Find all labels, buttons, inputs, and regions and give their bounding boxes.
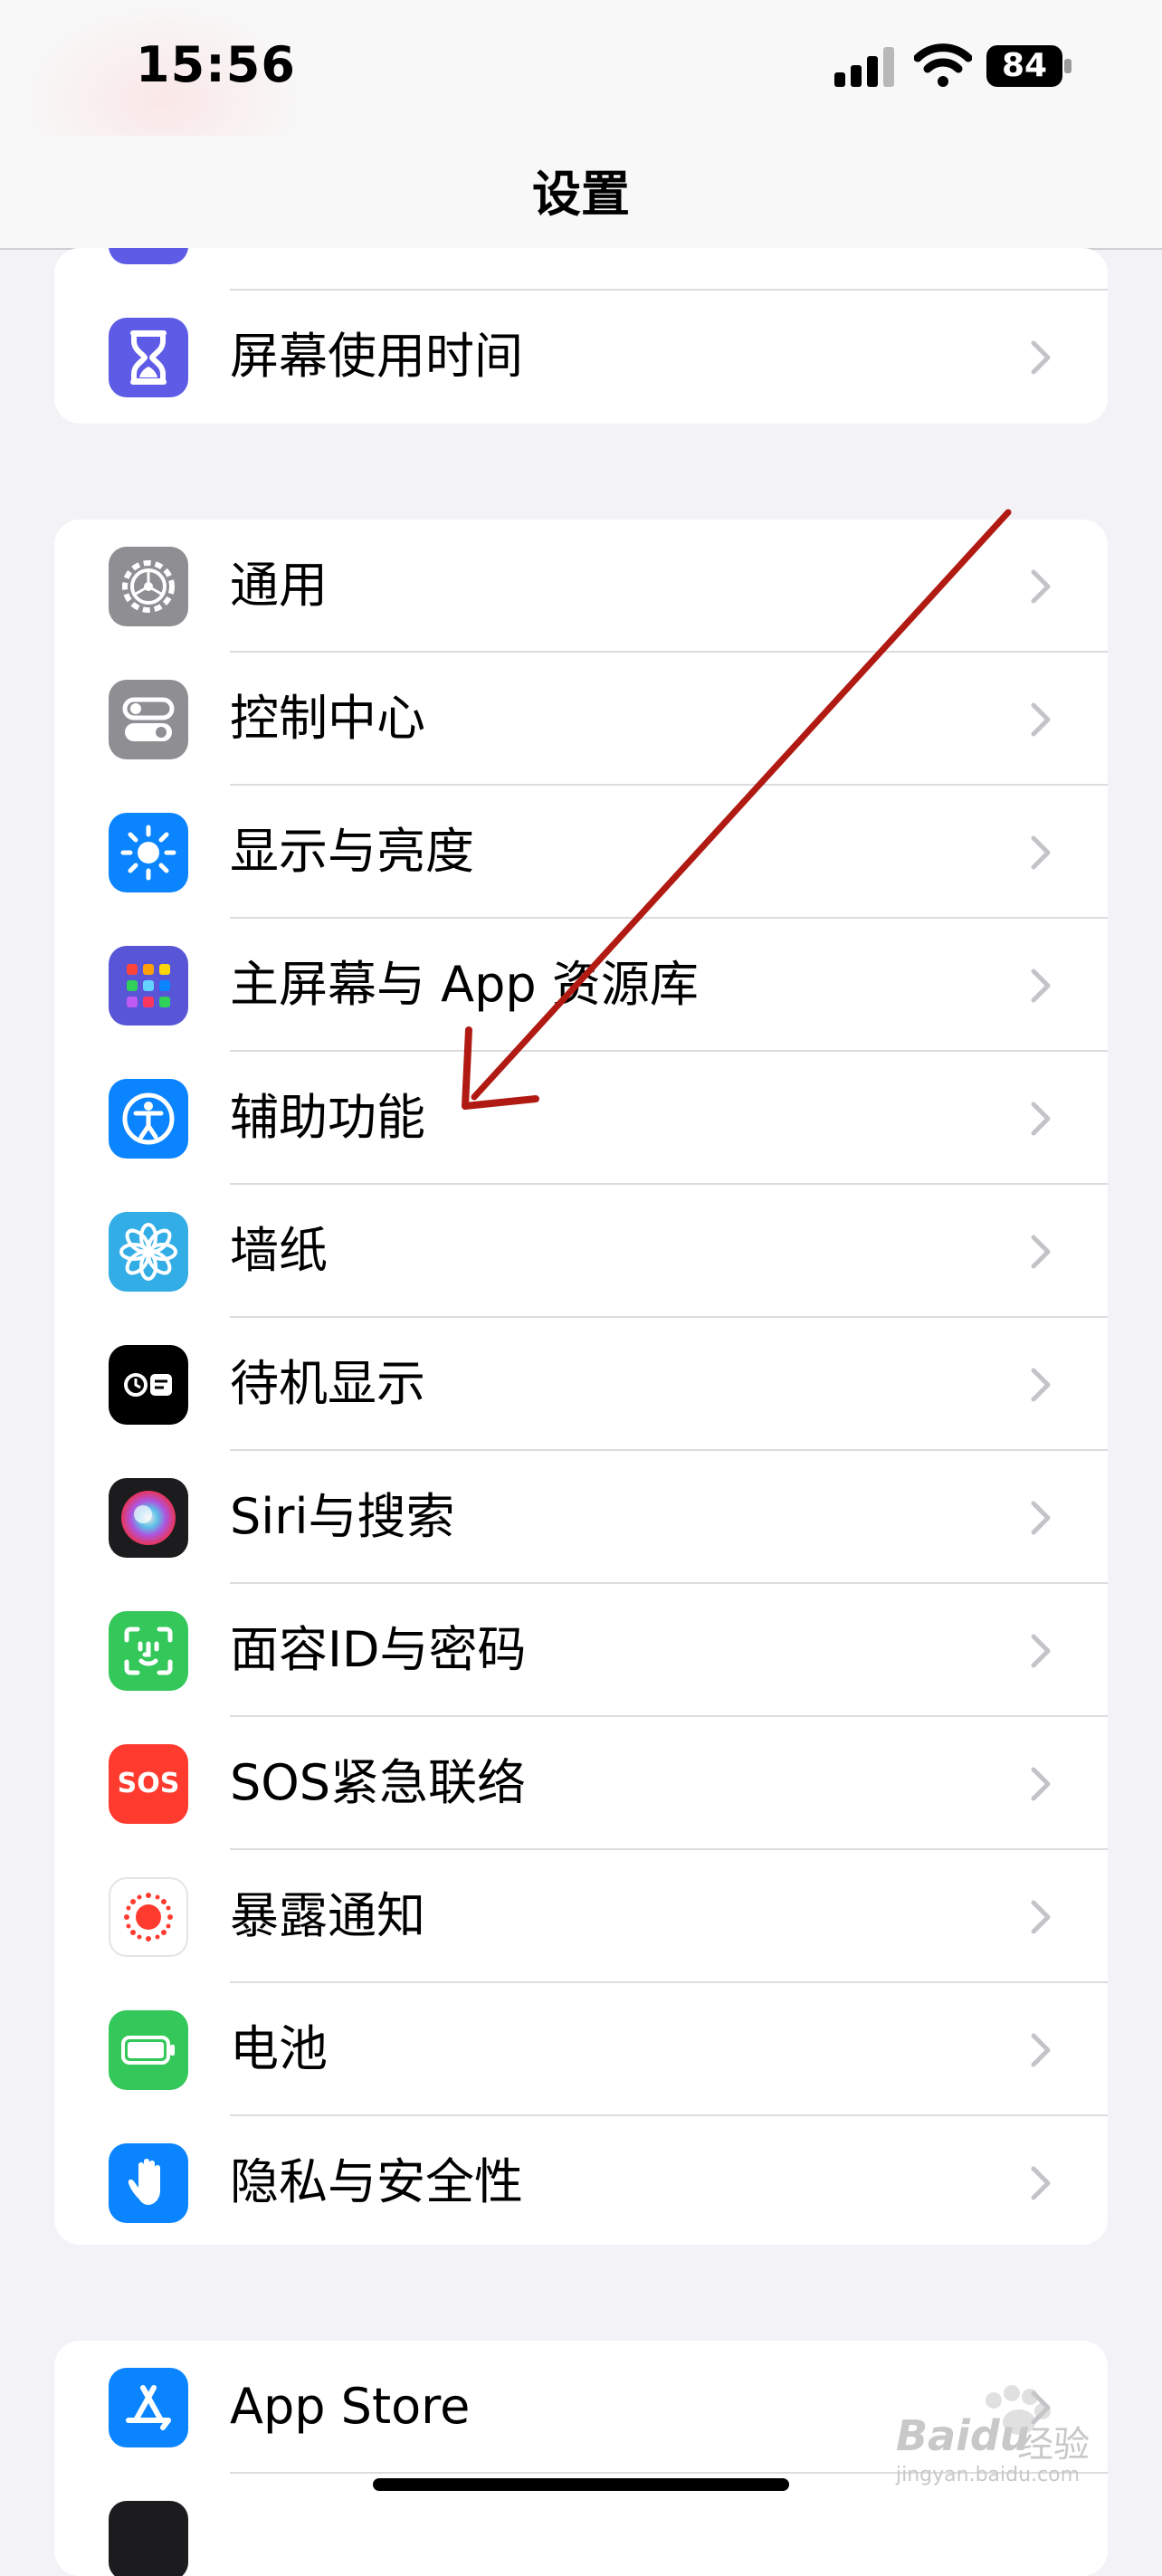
settings-row-standby[interactable]: 待机显示 — [54, 1318, 1108, 1451]
standby-icon — [109, 1345, 188, 1425]
settings-row-label: 待机显示 — [230, 1355, 425, 1412]
exposure-icon — [109, 1877, 188, 1957]
page-title: 设置 — [532, 166, 630, 223]
settings-row-label: 电池 — [230, 2020, 328, 2077]
chevron-right-icon — [1031, 1235, 1051, 1269]
settings-row-label: 通用 — [230, 557, 328, 614]
settings-row-general[interactable]: 通用 — [54, 520, 1108, 653]
watermark-label: 经验 — [1017, 2424, 1090, 2466]
status-bar: 15:56 84 — [0, 0, 1162, 136]
settings-row-accessibility[interactable]: 辅助功能 — [54, 1052, 1108, 1185]
sos-icon: SOS — [109, 1744, 188, 1824]
chevron-right-icon — [1031, 340, 1051, 375]
chevron-right-icon — [1031, 569, 1051, 604]
watermark-url: jingyan.baidu.com — [896, 2464, 1081, 2486]
siri-icon — [109, 1478, 188, 1558]
settings-row-screen-time[interactable]: 屏幕使用时间 — [54, 291, 1108, 424]
settings-row-label: 暴露通知 — [230, 1887, 425, 1944]
settings-row-label: SOS紧急联络 — [230, 1754, 527, 1811]
settings-row-label: 控制中心 — [230, 690, 425, 747]
hourglass-icon — [109, 318, 188, 397]
settings-row-display-brightness[interactable]: 显示与亮度 — [54, 786, 1108, 919]
hand-icon — [109, 2143, 188, 2223]
face-id-icon — [109, 1611, 188, 1691]
gear-icon — [109, 547, 188, 626]
partial-purple-icon — [109, 248, 188, 264]
cellular-signal-icon — [834, 47, 894, 87]
app-store-icon — [109, 2368, 188, 2447]
battery-icon — [109, 2010, 188, 2090]
settings-row-label: 屏幕使用时间 — [230, 328, 523, 385]
battery-level: 84 — [1001, 47, 1048, 84]
settings-row-privacy[interactable]: 隐私与安全性 — [54, 2116, 1108, 2245]
sos-icon-text: SOS — [117, 1768, 180, 1799]
home-indicator[interactable] — [373, 2478, 789, 2491]
chevron-right-icon — [1031, 1368, 1051, 1402]
status-time: 15:56 — [136, 36, 296, 93]
chevron-right-icon — [1031, 1102, 1051, 1136]
settings-row-control-center[interactable]: 控制中心 — [54, 653, 1108, 786]
partial-dark-icon — [109, 2501, 188, 2576]
watermark-brand: Baidu — [896, 2411, 1030, 2460]
settings-row-face-id[interactable]: 面容ID与密码 — [54, 1584, 1108, 1717]
chevron-right-icon — [1031, 702, 1051, 737]
settings-row-partial[interactable] — [54, 248, 1108, 291]
chevron-right-icon — [1031, 835, 1051, 870]
settings-row-label: 显示与亮度 — [230, 823, 474, 880]
settings-row-label: 辅助功能 — [230, 1089, 425, 1146]
settings-row-label: 面容ID与密码 — [230, 1621, 527, 1678]
chevron-right-icon — [1031, 1634, 1051, 1668]
settings-row-home-screen[interactable]: 主屏幕与 App 资源库 — [54, 919, 1108, 1052]
settings-row-exposure[interactable]: 暴露通知 — [54, 1850, 1108, 1983]
settings-row-sos[interactable]: SOS SOS紧急联络 — [54, 1717, 1108, 1850]
accessibility-icon — [109, 1079, 188, 1159]
app-grid-icon — [109, 946, 188, 1026]
chevron-right-icon — [1031, 2033, 1051, 2067]
settings-row-label: App Store — [230, 2378, 471, 2435]
chevron-right-icon — [1031, 1900, 1051, 1934]
settings-row-label: 主屏幕与 App 资源库 — [230, 956, 699, 1013]
settings-group-main: 通用 控制中心 显示与亮度 主屏幕与 App 资源库 辅助功能 墙纸 待机显示 … — [54, 520, 1108, 2245]
settings-row-battery[interactable]: 电池 — [54, 1983, 1108, 2116]
settings-group-screen-time: 屏幕使用时间 — [54, 248, 1108, 424]
settings-row-label: 隐私与安全性 — [230, 2153, 523, 2210]
settings-row-siri[interactable]: Siri与搜索 — [54, 1451, 1108, 1584]
sun-icon — [109, 813, 188, 892]
chevron-right-icon — [1031, 2166, 1051, 2200]
chevron-right-icon — [1031, 1767, 1051, 1801]
wifi-icon — [914, 43, 972, 87]
toggles-icon — [109, 680, 188, 759]
settings-row-label: 墙纸 — [230, 1222, 328, 1279]
chevron-right-icon — [1031, 1501, 1051, 1535]
flower-icon — [109, 1212, 188, 1292]
settings-row-wallpaper[interactable]: 墙纸 — [54, 1185, 1108, 1318]
settings-row-label: Siri与搜索 — [230, 1488, 455, 1545]
chevron-right-icon — [1031, 968, 1051, 1003]
